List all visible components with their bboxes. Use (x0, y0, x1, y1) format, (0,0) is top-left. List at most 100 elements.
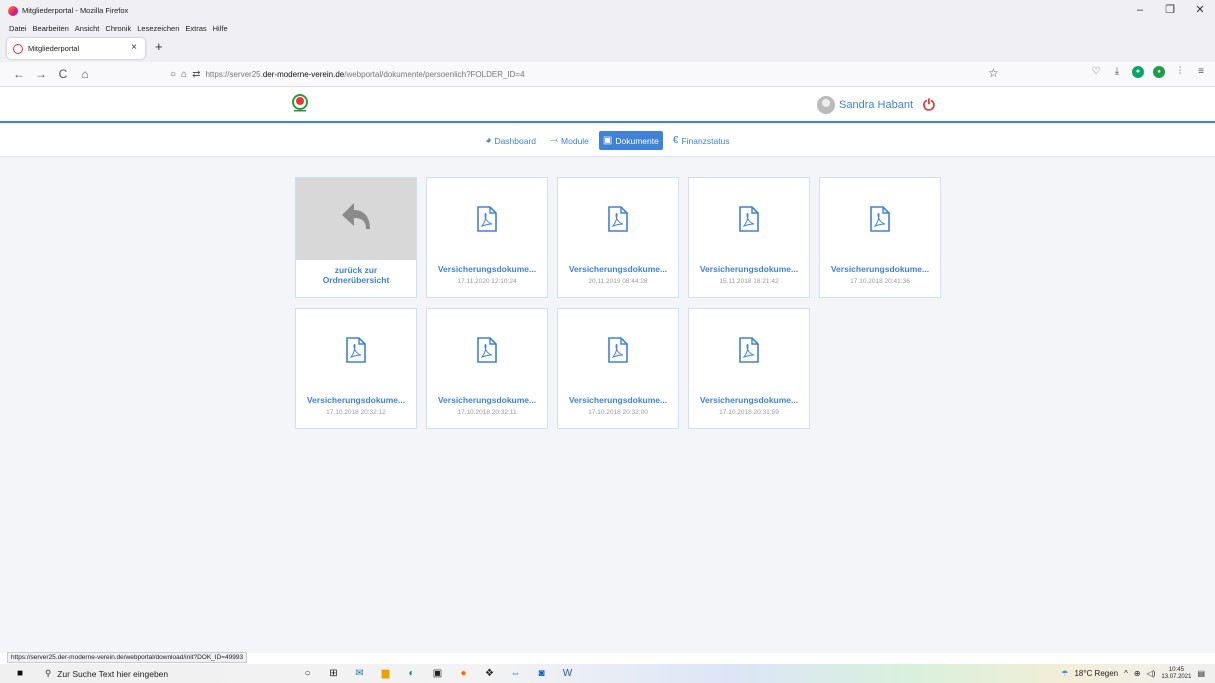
document-name: Versicherungsdokume... (699, 264, 799, 274)
pdf-file-icon (477, 206, 497, 232)
firefox-icon (8, 5, 18, 16)
menu-hamburger-icon[interactable]: ≡ (1195, 66, 1207, 78)
document-name: Versicherungsdokume... (306, 395, 406, 405)
minimize-button[interactable]: – (1125, 0, 1155, 21)
menu-lesezeichen[interactable]: Lesezeichen (137, 24, 179, 33)
document-card[interactable]: Versicherungsdokume... 17.10.2018 20:32:… (295, 308, 417, 429)
nav-finanzstatus[interactable]: € Finanzstatus (669, 131, 734, 150)
tray-chevron-icon[interactable]: ^ (1124, 669, 1128, 678)
bookmark-star-icon[interactable]: ☆ (988, 66, 999, 80)
document-card[interactable]: Versicherungsdokume... 17.10.2018 20:32:… (426, 308, 548, 429)
back-card-label-line1: zurück zur (334, 265, 378, 275)
document-thumb (558, 309, 678, 391)
document-card[interactable]: Versicherungsdokume... 20.11.2019 08:44:… (557, 177, 679, 298)
download-icon[interactable]: ⤓ (1111, 66, 1123, 78)
document-name: Versicherungsdokume... (830, 264, 930, 274)
sidebar-icon[interactable]: ⫶ (1174, 66, 1186, 78)
portal-logo[interactable] (290, 93, 310, 113)
task-view-icon[interactable]: ⊞ (327, 667, 340, 680)
nav-dokumente-label: Dokumente (615, 135, 659, 146)
document-date: 17.11.2020 12:10:24 (457, 278, 517, 285)
weather-text[interactable]: 18°C Regen (1074, 669, 1118, 678)
menu-chronik[interactable]: Chronik (105, 24, 131, 33)
euro-icon: € (672, 135, 679, 146)
document-date: 17.10.2018 20:32:11 (457, 409, 517, 416)
taskbar-clock[interactable]: 10:45 13.07.2021 (1161, 667, 1191, 681)
menu-hilfe[interactable]: Hilfe (213, 24, 228, 33)
reload-icon[interactable]: C (52, 67, 74, 81)
document-thumb (427, 178, 547, 260)
menu-bar: Datei Bearbeiten Ansicht Chronik Lesezei… (0, 21, 1215, 35)
back-arrow-icon[interactable]: ← (8, 67, 30, 81)
clock-date: 13.07.2021 (1161, 673, 1192, 680)
address-bar[interactable]: ○ ⌂ ⇄ https://server25.der-moderne-verei… (170, 65, 1000, 84)
windows-start-icon[interactable]: ■ (9, 668, 31, 679)
tray-network-icon[interactable]: ⊕ (1134, 669, 1141, 678)
document-date: 20.11.2019 08:44:28 (588, 278, 648, 285)
module-icon: ⤙ (550, 135, 559, 146)
nav-module-label: Module (561, 135, 589, 146)
tray-volume-icon[interactable]: ◁) (1147, 669, 1156, 678)
navigation-bar: ← → C ⌂ ○ ⌂ ⇄ https://server25.der-moder… (0, 62, 1215, 87)
menu-extras[interactable]: Extras (185, 24, 206, 33)
cortana-icon[interactable]: ○ (301, 667, 314, 680)
extension-tracker-icon[interactable]: ● (1153, 66, 1165, 78)
user-menu[interactable]: Sandra Habant ⏻ (817, 96, 935, 114)
windows-taskbar: ■ ⚲ Zur Suche Text hier eingeben ○ ⊞ ✉ ▆… (0, 664, 1215, 683)
new-tab-button[interactable]: + (155, 39, 163, 54)
word-icon[interactable]: W (561, 667, 574, 680)
document-name: Versicherungsdokume... (437, 264, 537, 274)
shield-icon: ○ (170, 69, 177, 80)
pdf-file-icon (739, 337, 759, 363)
teamviewer-icon[interactable]: ⇔ (509, 667, 522, 680)
menu-datei[interactable]: Datei (9, 24, 27, 33)
document-card[interactable]: Versicherungsdokume... 15.11.2018 18:21:… (688, 177, 810, 298)
nav-dokumente[interactable]: ▣ Dokumente (598, 131, 663, 150)
pdf-file-icon (608, 337, 628, 363)
restore-button[interactable]: ❐ (1155, 0, 1185, 21)
document-card[interactable]: Versicherungsdokume... 17.10.2018 20:41:… (819, 177, 941, 298)
document-card[interactable]: Versicherungsdokume... 17.10.2018 20:32:… (557, 308, 679, 429)
clock-time: 10:45 (1168, 666, 1184, 673)
nav-module[interactable]: ⤙ Module (546, 131, 593, 150)
dropbox-icon[interactable]: ❖ (483, 667, 496, 680)
forward-arrow-icon[interactable]: → (30, 67, 52, 81)
document-card[interactable]: Versicherungsdokume... 17.10.2018 20:31:… (688, 308, 810, 429)
tab-mitgliederportal[interactable]: Mitgliederportal × (7, 38, 145, 59)
taskbar-search[interactable]: ⚲ Zur Suche Text hier eingeben (31, 664, 281, 683)
back-arrow-icon (342, 203, 370, 229)
home-icon[interactable]: ⌂ (74, 67, 96, 81)
store-icon[interactable]: ▣ (431, 667, 444, 680)
menu-bearbeiten[interactable]: Bearbeiten (33, 24, 69, 33)
outlook-icon[interactable]: ◙ (535, 667, 548, 680)
document-thumb (427, 309, 547, 391)
status-link-preview: https://server25.der-moderne-verein.de/w… (7, 652, 248, 663)
nav-finanzstatus-label: Finanzstatus (681, 135, 730, 146)
nav-dashboard[interactable]: ◕ Dashboard (481, 131, 540, 150)
url-text: https://server25.der-moderne-verein.de/w… (205, 70, 524, 79)
document-date: 15.11.2018 18:21:42 (719, 278, 779, 285)
document-date: 17.10.2018 20:41:36 (850, 278, 910, 285)
document-name: Versicherungsdokume... (437, 395, 537, 405)
extension-green-icon[interactable]: ● (1132, 66, 1144, 78)
document-date: 17.10.2018 20:31:59 (719, 409, 779, 416)
document-date: 17.10.2018 20:32:12 (326, 409, 386, 416)
mail-icon[interactable]: ✉ (353, 667, 366, 680)
tab-favicon-icon (13, 43, 23, 54)
portal-nav: ◕ Dashboard ⤙ Module ▣ Dokumente € Finan… (0, 125, 1215, 157)
edge-icon[interactable]: ◐ (405, 667, 418, 680)
document-thumb (296, 309, 416, 391)
tab-close-icon[interactable]: × (131, 42, 137, 53)
pdf-file-icon (739, 206, 759, 232)
document-card[interactable]: Versicherungsdokume... 17.11.2020 12:10:… (426, 177, 548, 298)
menu-ansicht[interactable]: Ansicht (75, 24, 100, 33)
logout-power-icon[interactable]: ⏻ (923, 97, 935, 114)
close-window-button[interactable]: ✕ (1185, 0, 1215, 21)
file-explorer-icon[interactable]: ▆ (379, 667, 392, 680)
firefox-taskbar-icon[interactable]: ● (457, 667, 470, 680)
window-titlebar: Mitgliederportal - Mozilla Firefox – ❐ ✕ (0, 0, 1215, 21)
pocket-icon[interactable]: ♡ (1090, 66, 1102, 78)
taskbar-search-placeholder: Zur Suche Text hier eingeben (57, 668, 169, 679)
notification-icon[interactable]: ▤ (1197, 669, 1205, 678)
back-to-folders-card[interactable]: zurück zur Ordnerübersicht (295, 177, 417, 298)
